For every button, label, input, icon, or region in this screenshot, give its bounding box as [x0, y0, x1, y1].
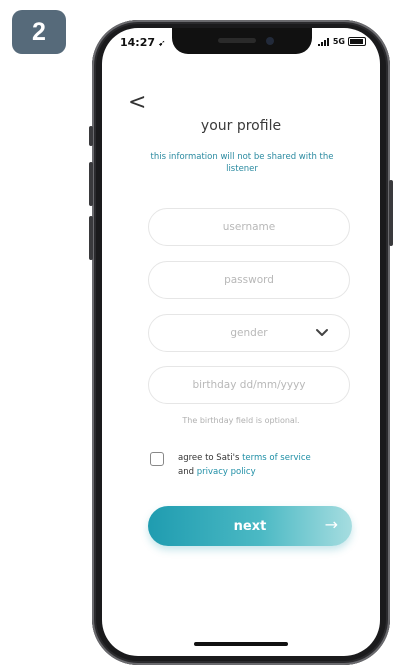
signal-icon: [317, 37, 329, 46]
username-field[interactable]: [148, 208, 350, 246]
password-input[interactable]: [149, 273, 349, 287]
battery-icon: [348, 37, 366, 46]
next-button[interactable]: next →: [148, 506, 352, 546]
birthday-input[interactable]: [149, 378, 349, 392]
agree-prefix: agree to Sati's: [178, 453, 243, 463]
arrow-right-icon: →: [324, 515, 338, 534]
chevron-down-icon: [316, 329, 328, 336]
notch: [172, 28, 312, 54]
status-time: 14:27 ➹: [120, 36, 166, 49]
gender-value: gender: [230, 327, 268, 339]
birthday-hint: The birthday field is optional.: [182, 416, 300, 425]
agree-and: and: [178, 467, 197, 477]
username-input[interactable]: [149, 220, 349, 234]
power-button: [389, 180, 393, 246]
status-icons: 5G: [317, 37, 366, 46]
gender-select[interactable]: gender: [148, 314, 350, 352]
privacy-policy-link[interactable]: privacy policy: [197, 467, 256, 477]
volume-down-button: [89, 216, 93, 260]
page-title: your profile: [200, 118, 282, 134]
mute-switch: [89, 126, 93, 146]
home-indicator: [194, 642, 288, 646]
location-arrow-icon: ➹: [155, 39, 166, 49]
camera: [266, 37, 274, 45]
privacy-notice: this information will not be shared with…: [150, 152, 334, 174]
back-button[interactable]: <: [128, 92, 146, 114]
terms-of-service-link[interactable]: terms of service: [242, 453, 311, 463]
network-type: 5G: [332, 37, 345, 46]
agree-text: agree to Sati's terms of service and pri…: [178, 451, 358, 479]
birthday-field[interactable]: [148, 366, 350, 404]
next-label: next: [233, 518, 267, 534]
password-field[interactable]: [148, 261, 350, 299]
agree-checkbox[interactable]: [150, 452, 164, 466]
phone-screen: 14:27 ➹ 5G < your profile this informati…: [102, 28, 380, 656]
step-badge: 2: [12, 10, 66, 54]
speaker: [218, 38, 256, 43]
volume-up-button: [89, 162, 93, 206]
